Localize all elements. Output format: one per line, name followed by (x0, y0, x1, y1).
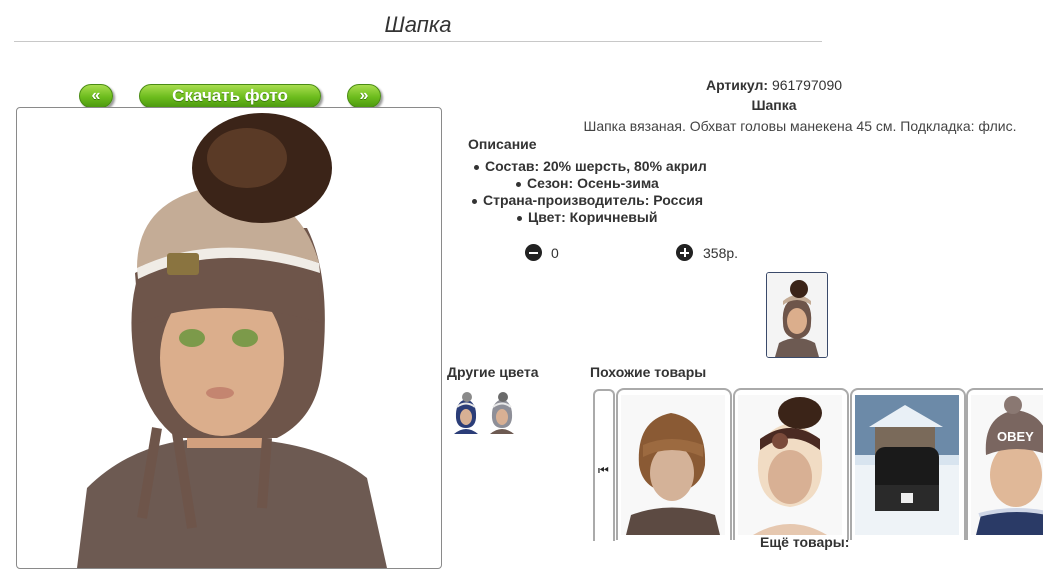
photo-thumbnail[interactable] (766, 272, 828, 358)
color-swatch-navy[interactable] (451, 390, 481, 434)
carousel-first-button[interactable]: ⏮ (593, 389, 615, 541)
more-goods-label: Ещё товары: (760, 534, 850, 550)
first-page-icon: ⏮ (598, 463, 609, 477)
similar-products-label: Похожие товары (590, 364, 707, 380)
plus-circle-icon[interactable] (676, 244, 693, 261)
other-colors-label: Другие цвета (447, 364, 539, 380)
article-line: Артикул: 961797090 (580, 77, 968, 93)
bullet-icon (474, 164, 479, 170)
description-heading: Описание (468, 136, 537, 152)
bullet-icon (517, 215, 522, 221)
property-text: Страна-производитель: Россия (483, 192, 704, 208)
similar-product-card[interactable] (616, 388, 732, 540)
quantity-value: 0 (551, 245, 559, 261)
similar-product-card[interactable]: OBEY (966, 388, 1043, 540)
property-item: Цвет: Коричневый (517, 209, 657, 225)
bullet-icon (472, 198, 477, 204)
color-swatch-grey[interactable] (487, 390, 517, 434)
article-value: 961797090 (771, 77, 843, 93)
main-product-photo (16, 107, 442, 569)
property-item: Страна-производитель: Россия (472, 192, 703, 208)
product-name: Шапка (751, 97, 797, 113)
minus-circle-icon[interactable] (525, 244, 542, 261)
product-description: Шапка вязаная. Обхват головы манекена 45… (583, 118, 1017, 134)
property-item: Сезон: Осень-зима (516, 175, 659, 191)
property-text: Сезон: Осень-зима (527, 175, 659, 191)
price: 358р. (703, 245, 739, 261)
property-item: Состав: 20% шерсть, 80% акрил (474, 158, 707, 174)
svg-text:OBEY: OBEY (997, 429, 1034, 444)
next-photo-button[interactable]: » (347, 84, 381, 108)
property-text: Цвет: Коричневый (528, 209, 658, 225)
prev-photo-button[interactable]: « (79, 84, 113, 108)
page-title: Шапка (384, 12, 452, 37)
title-divider (14, 41, 822, 42)
article-label: Артикул: (705, 77, 769, 93)
property-text: Состав: 20% шерсть, 80% акрил (485, 158, 707, 174)
similar-product-card[interactable] (733, 388, 849, 540)
download-photo-button[interactable]: Скачать фото (139, 84, 321, 108)
bullet-icon (516, 181, 521, 187)
similar-product-card[interactable] (850, 388, 966, 540)
